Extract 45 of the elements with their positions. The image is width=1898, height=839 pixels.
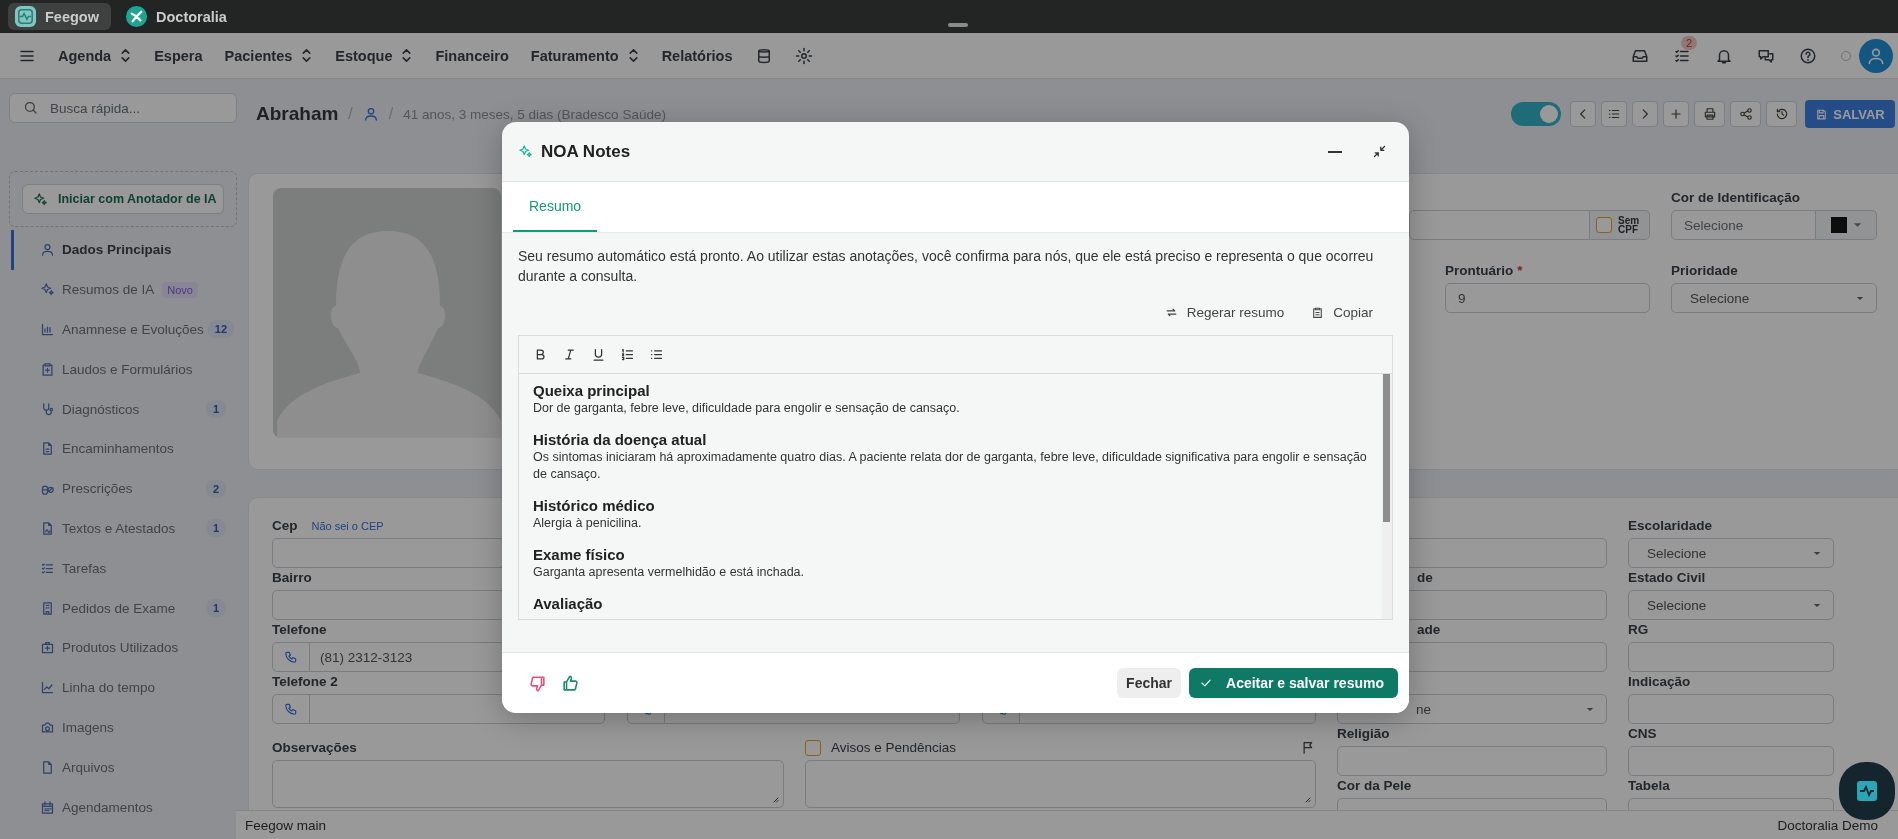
count-badge: 2 [205, 479, 226, 498]
field-label: Prontuário [1445, 263, 1514, 278]
section-heading: Queixa principal [533, 382, 651, 400]
notification-badge: 2 [1681, 35, 1698, 50]
dialog-message: Seu resumo automático está pronto. Ao utilizar estas anotações, você confirma para nós, que ele está preciso e representa o que ocorreu durante a consulta. [518, 247, 1375, 286]
field-label: de [1417, 570, 1433, 585]
status-text: Feegow main [245, 817, 327, 833]
field-label: Prioridade [1671, 263, 1738, 278]
field-label: Religião [1337, 726, 1390, 741]
count-badge: 1 [205, 519, 226, 538]
checkbox-label: Sem CPF [1618, 216, 1640, 234]
field-label: Cep [272, 518, 298, 533]
field-label: Avisos e Pendências [831, 740, 957, 755]
count-badge: 1 [205, 599, 226, 618]
field-label: Estado Civil [1628, 570, 1706, 585]
section-text: Dor de garganta, febre leve, dificuldade para engolir e sensação de cansaço. [533, 400, 961, 417]
section-heading: História da doença atual [533, 431, 708, 449]
field-label: RG [1628, 622, 1649, 637]
field-label: Bairro [272, 570, 312, 585]
field-label: Cor da Pele [1337, 778, 1412, 793]
section-heading: Histórico médico [533, 497, 656, 515]
field-label: Tabela [1628, 778, 1670, 793]
required-mark: * [1517, 263, 1523, 278]
patient-name: Abraham [256, 103, 339, 125]
field-label: Indicação [1628, 674, 1691, 689]
field-label: Telefone 2 [272, 674, 338, 689]
breadcrumb-separator: / [388, 105, 394, 123]
count-badge: 1 [205, 400, 226, 419]
section-text: Garganta apresenta vermelhidão e está inchada. [533, 564, 805, 581]
section-heading: Avaliação [533, 595, 604, 613]
field-label: Telefone [272, 622, 327, 637]
field-label: ade [1417, 622, 1441, 637]
patient-info: 41 anos, 3 meses, 5 dias (Bradesco Saúde) [403, 106, 666, 122]
section-heading: Exame físico [533, 546, 626, 564]
field-label: CNS [1628, 726, 1657, 741]
section-text: Alergia à penicilina. [533, 515, 643, 532]
field-label: Escolaridade [1628, 518, 1713, 533]
field-label: Observações [272, 740, 357, 755]
new-tag: Novo [162, 281, 198, 298]
field-label: Cor de Identificação [1671, 190, 1801, 205]
breadcrumb-separator: / [348, 105, 353, 123]
status-text: Doctoralia Demo [1777, 817, 1878, 833]
count-badge: 12 [207, 320, 235, 339]
section-text: Os sintomas iniciaram há aproximadamente quatro dias. A paciente relata dor de garganta, febre leve, dificuldade significativa para engolir e sensação de cansaço. [533, 449, 1368, 483]
dialog-title: NOA Notes [541, 141, 632, 162]
